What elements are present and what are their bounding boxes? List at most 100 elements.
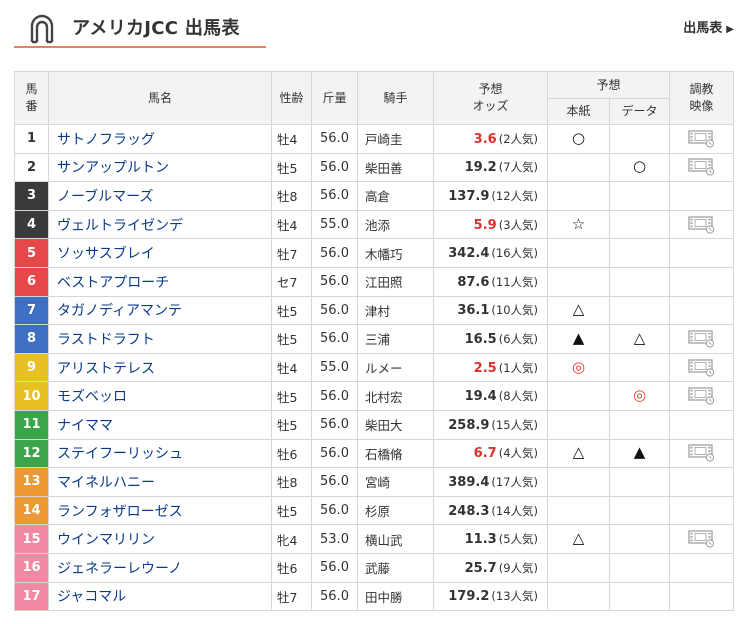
horse-name-link[interactable]: ウインマリリン <box>48 524 272 554</box>
odds-cell: 179.2 (13人気) <box>433 581 548 612</box>
carried-weight: 56.0 <box>311 467 358 497</box>
table-row: 11 ナイママ 牡5 56.0 柴田大 258.9 (15人気) <box>14 409 735 440</box>
forecast-honshi-cell <box>547 238 610 268</box>
horse-name-link[interactable]: ランフォザローゼス <box>48 495 272 526</box>
horse-name-link[interactable]: タガノディアマンテ <box>48 295 272 326</box>
jockey-name: 三浦 <box>357 324 434 354</box>
forecast-honshi-cell <box>547 409 610 440</box>
video-player-icon[interactable] <box>687 130 716 148</box>
jockey-name: 武藤 <box>357 552 434 583</box>
forecast-data-cell: △ <box>608 324 671 354</box>
sex-age: 牡6 <box>271 438 312 469</box>
video-player-icon[interactable] <box>687 530 716 548</box>
horse-name-link[interactable]: ラストドラフト <box>48 324 272 354</box>
jockey-name: 池添 <box>357 209 434 240</box>
odds-cell: 342.4 (16人気) <box>433 238 548 268</box>
jockey-name: 高倉 <box>357 181 434 211</box>
video-player-icon[interactable] <box>687 330 716 348</box>
forecast-mark: ▲ <box>572 328 585 347</box>
jockey-name: 津村 <box>357 295 434 326</box>
video-cell <box>669 467 735 497</box>
shutsubahyo-link[interactable]: 出馬表 ▶ <box>683 17 734 36</box>
horse-number: 9 <box>14 352 49 383</box>
odds-cell: 248.3 (14人気) <box>433 495 548 526</box>
jockey-name: 柴田大 <box>357 409 434 440</box>
jockey-name: 宮崎 <box>357 467 434 497</box>
forecast-honshi-cell: ▲ <box>547 324 610 354</box>
carried-weight: 56.0 <box>311 381 358 411</box>
sex-age: 牡4 <box>271 209 312 240</box>
horse-number: 4 <box>14 209 49 240</box>
title-underline <box>14 46 266 48</box>
odds-value: 25.7 <box>464 560 497 576</box>
video-cell <box>669 152 735 183</box>
video-cell <box>669 495 735 526</box>
odds-cell: 16.5 (6人気) <box>433 324 548 354</box>
col-header-data: データ <box>608 98 671 125</box>
odds-cell: 36.1 (10人気) <box>433 295 548 326</box>
table-row: 17 ジャコマル 牡7 56.0 田中勝 179.2 (13人気) <box>14 581 735 612</box>
video-player-icon[interactable] <box>687 444 716 462</box>
entries-body: 1 サトノフラッグ 牡4 56.0 戸崎圭 3.6 (2人気) ○ 2 サンアップルトン 牡5 56.… <box>14 124 735 612</box>
video-player-icon[interactable] <box>687 215 716 234</box>
table-row: 2 サンアップルトン 牡5 56.0 柴田善 19.2 (7人気) ○ <box>14 152 735 183</box>
odds-value: 137.9 <box>448 188 490 204</box>
jockey-name: 杉原 <box>357 495 434 526</box>
horse-number: 13 <box>14 467 49 497</box>
odds-value: 11.3 <box>464 532 497 548</box>
chevron-right-icon[interactable]: ▶ <box>726 24 734 35</box>
horse-name-link[interactable]: ソッサスブレイ <box>48 238 272 268</box>
jockey-name: 木幡巧 <box>357 238 434 268</box>
video-player-icon[interactable] <box>687 358 716 377</box>
forecast-data-cell <box>608 581 671 612</box>
video-player-icon[interactable] <box>687 387 716 405</box>
video-player-icon[interactable] <box>687 158 716 176</box>
forecast-data-cell <box>608 524 671 554</box>
jockey-name: ルメー <box>357 352 434 383</box>
shutsubahyo-link-label[interactable]: 出馬表 <box>683 21 722 36</box>
forecast-honshi-cell: △ <box>547 295 610 326</box>
table-row: 1 サトノフラッグ 牡4 56.0 戸崎圭 3.6 (2人気) ○ <box>14 124 735 154</box>
sex-age: 牡7 <box>271 581 312 612</box>
sex-age: 牡4 <box>271 352 312 383</box>
horse-name-link[interactable]: ヴェルトライゼンデ <box>48 209 272 240</box>
col-header-jockey: 騎手 <box>357 71 434 125</box>
popularity-rank: (5人気) <box>498 532 538 547</box>
horse-name-link[interactable]: ナイママ <box>48 409 272 440</box>
horse-name-link[interactable]: マイネルハニー <box>48 467 272 497</box>
forecast-data-cell: ◎ <box>608 381 671 411</box>
forecast-honshi-cell <box>547 552 610 583</box>
horse-name-link[interactable]: アリストテレス <box>48 352 272 383</box>
popularity-rank: (10人気) <box>491 303 538 318</box>
odds-value: 248.3 <box>448 503 490 519</box>
horse-name-link[interactable]: ジェネラーレウーノ <box>48 552 272 583</box>
video-cell <box>669 238 735 268</box>
odds-value: 2.5 <box>473 360 497 376</box>
horse-number: 1 <box>14 124 49 154</box>
forecast-honshi-cell: △ <box>547 438 610 469</box>
forecast-honshi-cell: △ <box>547 524 610 554</box>
video-cell <box>669 352 735 383</box>
horse-name-link[interactable]: モズベッロ <box>48 381 272 411</box>
carried-weight: 56.0 <box>311 438 358 469</box>
sex-age: 牡5 <box>271 409 312 440</box>
horse-name-link[interactable]: ノーブルマーズ <box>48 181 272 211</box>
forecast-mark: △ <box>572 300 585 319</box>
jockey-name: 柴田善 <box>357 152 434 183</box>
forecast-data-cell <box>608 266 671 297</box>
horse-number: 15 <box>14 524 49 554</box>
video-cell <box>669 581 735 612</box>
horse-name-link[interactable]: ジャコマル <box>48 581 272 612</box>
forecast-mark: ▲ <box>633 443 646 462</box>
forecast-data-cell <box>608 495 671 526</box>
forecast-data-cell <box>608 467 671 497</box>
horse-name-link[interactable]: ステイフーリッシュ <box>48 438 272 469</box>
video-cell <box>669 266 735 297</box>
horse-name-link[interactable]: サトノフラッグ <box>48 124 272 154</box>
horse-name-link[interactable]: ベストアプローチ <box>48 266 272 297</box>
horse-name-link[interactable]: サンアップルトン <box>48 152 272 183</box>
popularity-rank: (2人気) <box>498 131 538 146</box>
horse-number: 2 <box>14 152 49 183</box>
horse-number: 6 <box>14 266 49 297</box>
carried-weight: 55.0 <box>311 352 358 383</box>
